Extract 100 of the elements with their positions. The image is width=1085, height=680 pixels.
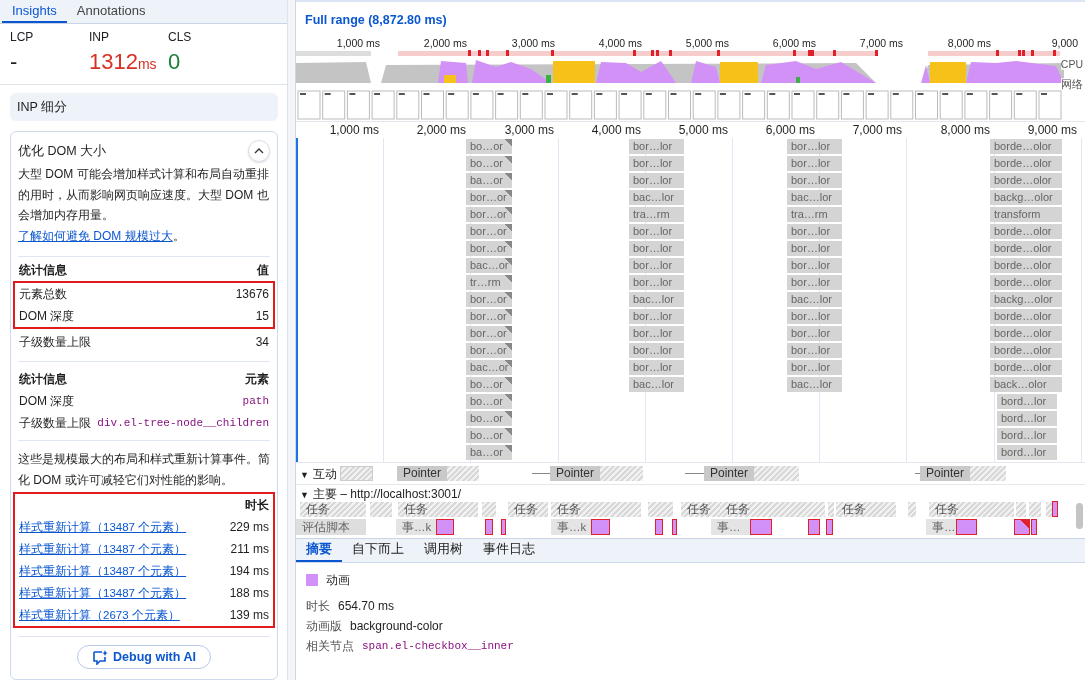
animation-bar[interactable]: bor…lor: [787, 224, 842, 239]
animation-bar[interactable]: bor…or: [466, 292, 512, 307]
expand-toggle[interactable]: ▼: [300, 469, 309, 480]
details-tab[interactable]: 摘要: [296, 539, 342, 562]
animation-bar[interactable]: bor…lor: [787, 156, 842, 171]
task-bar[interactable]: 任务: [551, 502, 641, 517]
animation-bar[interactable]: bor…lor: [629, 309, 684, 324]
script-event[interactable]: 事…k: [396, 519, 436, 535]
event-block[interactable]: [750, 519, 772, 535]
animation-bar[interactable]: bor…lor: [629, 139, 684, 154]
animation-bar[interactable]: bac…lor: [629, 190, 684, 205]
task-bar[interactable]: [1029, 502, 1041, 517]
animation-bar[interactable]: bor…lor: [787, 343, 842, 358]
event-block[interactable]: [672, 519, 677, 535]
animation-bar[interactable]: bac…lor: [787, 377, 842, 392]
animation-bar[interactable]: bor…or: [466, 207, 512, 222]
animation-bar[interactable]: bor…lor: [787, 360, 842, 375]
node-link[interactable]: span.el-checkbox__inner: [362, 640, 514, 652]
event-block[interactable]: [826, 519, 833, 535]
animation-bar[interactable]: bo…or: [466, 377, 512, 392]
animation-bar[interactable]: bo…or: [466, 428, 512, 443]
animation-bar[interactable]: bac…lor: [629, 292, 684, 307]
task-bar[interactable]: 任务: [929, 502, 1014, 517]
interaction-bar[interactable]: Pointer: [397, 466, 479, 481]
animation-bar[interactable]: bo…or: [466, 394, 512, 409]
animation-bar[interactable]: borde…olor: [990, 173, 1062, 188]
task-bar[interactable]: [482, 502, 496, 517]
script-event[interactable]: 事…: [926, 519, 956, 535]
task-bar[interactable]: [908, 502, 916, 517]
task-bar[interactable]: [1046, 502, 1052, 517]
task-bar[interactable]: [370, 502, 392, 517]
animation-bar[interactable]: bord…lor: [997, 445, 1057, 460]
animation-bar[interactable]: bor…or: [466, 309, 512, 324]
animation-bar[interactable]: borde…olor: [990, 275, 1062, 290]
animation-bar[interactable]: bor…lor: [629, 258, 684, 273]
animation-bar[interactable]: borde…olor: [990, 224, 1062, 239]
animation-bar[interactable]: ba…or: [466, 445, 512, 460]
animation-bar[interactable]: borde…olor: [990, 241, 1062, 256]
animation-bar[interactable]: bor…lor: [629, 360, 684, 375]
details-tab[interactable]: 事件日志: [473, 539, 545, 562]
event-block[interactable]: [956, 519, 977, 535]
event-link[interactable]: 样式重新计算（13487 个元素）: [19, 563, 187, 579]
task-bar[interactable]: [648, 502, 673, 517]
animation-bar[interactable]: borde…olor: [990, 156, 1062, 171]
animation-bar[interactable]: bo…or: [466, 411, 512, 426]
event-block[interactable]: [501, 519, 506, 535]
interaction-bar[interactable]: [340, 466, 373, 481]
node-link[interactable]: path: [242, 395, 269, 407]
animation-bar[interactable]: bo…or: [466, 139, 512, 154]
event-link[interactable]: 样式重新计算（13487 个元素）: [19, 519, 187, 535]
animation-bar[interactable]: bor…or: [466, 326, 512, 341]
animation-bar[interactable]: bor…or: [466, 190, 512, 205]
script-event[interactable]: 事…: [711, 519, 750, 535]
animation-bar[interactable]: backg…olor: [990, 292, 1062, 307]
animation-bar[interactable]: bac…lor: [787, 190, 842, 205]
task-bar[interactable]: 任务: [720, 502, 825, 517]
animation-bar[interactable]: bord…lor: [997, 428, 1057, 443]
animation-bar[interactable]: bor…lor: [629, 241, 684, 256]
insight-card[interactable]: INP 细分: [10, 93, 278, 121]
scrollbar-track[interactable]: [287, 0, 295, 680]
event-block[interactable]: [808, 519, 820, 535]
animation-bar[interactable]: tra…rm: [787, 207, 842, 222]
animation-bar[interactable]: bor…lor: [787, 275, 842, 290]
task-bar[interactable]: 任务: [508, 502, 548, 517]
animation-bar[interactable]: bor…or: [466, 241, 512, 256]
animation-bar[interactable]: tr…rm: [466, 275, 512, 290]
animation-bar[interactable]: bord…lor: [997, 394, 1057, 409]
interaction-bar[interactable]: Pointer: [920, 466, 1006, 481]
event-block[interactable]: [1014, 519, 1030, 535]
animation-bar[interactable]: bor…lor: [629, 224, 684, 239]
expand-toggle[interactable]: ▼: [300, 489, 309, 500]
animation-bar[interactable]: borde…olor: [990, 258, 1062, 273]
animation-bar[interactable]: bor…lor: [629, 326, 684, 341]
animation-bar[interactable]: backg…olor: [990, 190, 1062, 205]
interaction-bar[interactable]: Pointer: [704, 466, 799, 481]
animation-bar[interactable]: bor…lor: [787, 139, 842, 154]
animation-bar[interactable]: bor…lor: [629, 173, 684, 188]
task-bar[interactable]: [1016, 502, 1026, 517]
animation-bar[interactable]: bor…lor: [629, 343, 684, 358]
sidebar-tab[interactable]: Annotations: [66, 0, 156, 24]
animation-bar[interactable]: borde…olor: [990, 139, 1062, 154]
details-tab[interactable]: 调用树: [414, 539, 473, 562]
animation-bar[interactable]: bor…lor: [787, 309, 842, 324]
event-link[interactable]: 样式重新计算（13487 个元素）: [19, 585, 187, 601]
event-block[interactable]: [655, 519, 663, 535]
animation-bar[interactable]: bord…lor: [997, 411, 1057, 426]
animation-bar[interactable]: bor…lor: [787, 173, 842, 188]
event-block[interactable]: [436, 519, 454, 535]
animation-bar[interactable]: borde…olor: [990, 360, 1062, 375]
learn-more-link[interactable]: 了解如何避免 DOM 规模过大: [18, 228, 173, 243]
animation-bar[interactable]: tra…rm: [629, 207, 684, 222]
scrollbar-thumb[interactable]: [1076, 503, 1083, 529]
animation-bar[interactable]: bor…lor: [629, 156, 684, 171]
animation-bar[interactable]: bor…lor: [787, 326, 842, 341]
animation-bar[interactable]: borde…olor: [990, 343, 1062, 358]
animation-bar[interactable]: ba…or: [466, 173, 512, 188]
sidebar-tab[interactable]: Insights: [2, 0, 67, 24]
debug-ai-button[interactable]: Debug with AI: [77, 645, 211, 669]
task-bar[interactable]: 任务: [836, 502, 896, 517]
event-block[interactable]: [1031, 519, 1037, 535]
